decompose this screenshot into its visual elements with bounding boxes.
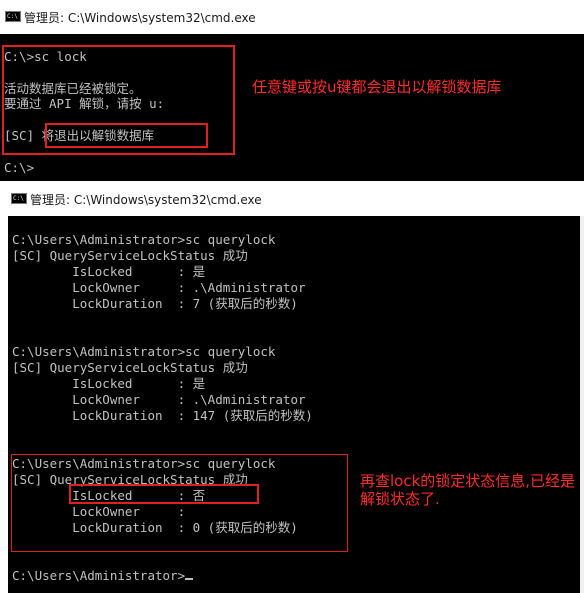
console-2-line: LockDuration : 7 (获取后的秒数) xyxy=(12,296,298,311)
console-2-line: C:\Users\Administrator>sc querylock xyxy=(12,344,276,359)
annotation-2-text: 再查lock的锁定状态信息,已经是解锁状态了. xyxy=(360,472,576,508)
cmd-icon xyxy=(11,193,27,204)
console-2-line: LockOwner : .\Administrator xyxy=(12,392,306,407)
console-2-line: IsLocked : 是 xyxy=(12,376,206,391)
cmd-icon xyxy=(5,11,21,22)
highlight-box-message xyxy=(45,123,208,148)
window-1-title: 管理员: C:\Windows\system32\cmd.exe xyxy=(24,11,256,25)
highlight-box-islocked xyxy=(69,484,259,504)
console-2-prompt[interactable]: C:\Users\Administrator> xyxy=(12,568,194,584)
annotation-1: 任意键或按u键都会退出以解锁数据库 xyxy=(252,78,502,96)
scrollbar[interactable] xyxy=(580,216,584,593)
console-1-line: C:\> xyxy=(4,160,35,175)
console-2-line: IsLocked : 是 xyxy=(12,264,206,279)
annotation-2: 再查lock的锁定状态信息,已经是解锁状态了. xyxy=(360,472,576,508)
console-2-line: LockDuration : 147 (获取后的秒数) xyxy=(12,408,313,423)
cmd-window-1[interactable]: 管理员: C:\Windows\system32\cmd.exe C:\>sc … xyxy=(0,0,584,181)
window-2-titlebar[interactable]: 管理员: C:\Windows\system32\cmd.exe xyxy=(6,182,584,216)
window-2-title: 管理员: C:\Windows\system32\cmd.exe xyxy=(30,193,262,207)
console-2-line: C:\Users\Administrator>sc querylock xyxy=(12,232,276,247)
console-2-line: [SC] QueryServiceLockStatus 成功 xyxy=(12,360,248,375)
console-2-line: [SC] QueryServiceLockStatus 成功 xyxy=(12,248,248,263)
console-2-prompt-text: C:\Users\Administrator> xyxy=(12,568,186,583)
cmd-window-2[interactable]: 管理员: C:\Windows\system32\cmd.exe C:\User… xyxy=(6,182,584,593)
window-1-titlebar[interactable]: 管理员: C:\Windows\system32\cmd.exe xyxy=(0,0,584,34)
text-cursor xyxy=(185,578,194,580)
console-2-line: LockOwner : .\Administrator xyxy=(12,280,306,295)
